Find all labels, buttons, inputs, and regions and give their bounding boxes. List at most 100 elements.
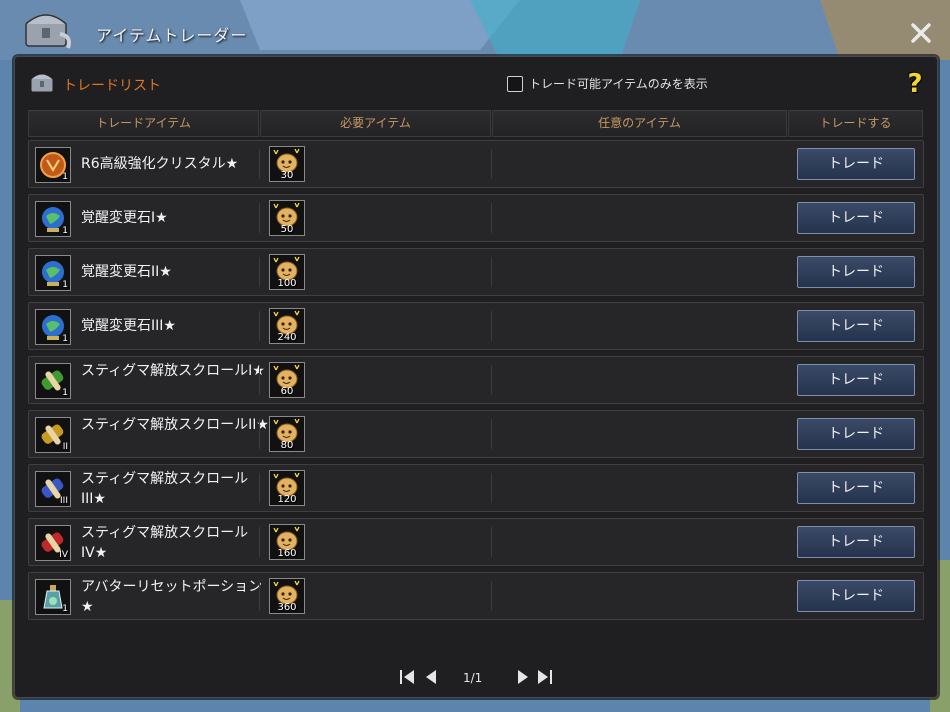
column-divider [491, 149, 492, 179]
item-name: 覚醒変更石III★ [81, 318, 176, 334]
column-divider [259, 203, 260, 233]
column-divider [491, 581, 492, 611]
trade-row: III スティグマ解放スクロールIII★ 120 トレード [28, 464, 924, 512]
page-indicator: 1/1 [463, 671, 483, 685]
first-page-icon[interactable] [397, 667, 417, 687]
window-titlebar[interactable]: アイテムトレーダー [0, 0, 950, 60]
item-quantity: 1 [62, 280, 68, 290]
column-divider [491, 527, 492, 557]
column-divider [491, 203, 492, 233]
prev-page-icon[interactable] [421, 667, 441, 687]
item-quantity: 1 [62, 388, 68, 398]
required-quantity: 30 [280, 170, 294, 181]
required-item-slot[interactable]: 120 [269, 470, 305, 506]
column-divider [491, 365, 492, 395]
column-divider [259, 311, 260, 341]
item-trader-window: トレードリスト トレード可能アイテムのみを表示 ? トレードアイテム 必要アイテ… [14, 56, 938, 698]
required-item-slot[interactable]: 50 [269, 200, 305, 236]
item-quantity: 1 [62, 172, 68, 182]
item-quantity: 1 [62, 334, 68, 344]
col-trade-item: トレードアイテム [28, 110, 259, 137]
trade-button[interactable]: トレード [797, 526, 915, 558]
item-slot[interactable]: 1 [35, 363, 71, 399]
tradable-only-label: トレード可能アイテムのみを表示 [529, 77, 708, 91]
trade-row: IV スティグマ解放スクロールIV★ 160 トレード [28, 518, 924, 566]
required-quantity: 360 [277, 602, 297, 613]
trade-button[interactable]: トレード [797, 472, 915, 504]
col-trade-action: トレードする [788, 110, 923, 137]
trade-button[interactable]: トレード [797, 256, 915, 288]
item-name: R6高級強化クリスタル★ [81, 156, 239, 172]
trade-row: 1 R6高級強化クリスタル★ 30 トレード [28, 140, 924, 188]
trade-row: II スティグマ解放スクロールII★ 80 トレード [28, 410, 924, 458]
trade-list-title: トレードリスト [63, 78, 161, 94]
column-divider [259, 419, 260, 449]
tradable-only-filter[interactable]: トレード可能アイテムのみを表示 [507, 75, 708, 92]
window-title: アイテムトレーダー [96, 26, 248, 45]
trade-button[interactable]: トレード [797, 418, 915, 450]
item-name: スティグマ解放スクロールIV★ [81, 525, 249, 561]
item-quantity: III [60, 496, 68, 506]
trade-button[interactable]: トレード [797, 202, 915, 234]
trade-row: 1 覚醒変更石III★ 240 トレード [28, 302, 924, 350]
required-item-slot[interactable]: 360 [269, 578, 305, 614]
column-divider [491, 473, 492, 503]
col-optional-item: 任意のアイテム [492, 110, 787, 137]
item-quantity: 1 [62, 604, 68, 614]
close-icon[interactable] [908, 20, 934, 46]
trade-row: 1 アバターリセットポーション★ 360 トレード [28, 572, 924, 620]
required-item-slot[interactable]: 240 [269, 308, 305, 344]
item-slot[interactable]: II [35, 417, 71, 453]
required-item-slot[interactable]: 60 [269, 362, 305, 398]
trade-row: 1 覚醒変更石I★ 50 トレード [28, 194, 924, 242]
column-divider [259, 149, 260, 179]
column-divider [259, 527, 260, 557]
tradable-only-checkbox[interactable] [507, 75, 523, 92]
item-name: 覚醒変更石II★ [81, 264, 172, 280]
item-name: スティグマ解放スクロールI★ [81, 363, 265, 379]
next-page-icon[interactable] [513, 667, 533, 687]
item-slot[interactable]: 1 [35, 255, 71, 291]
item-slot[interactable]: 1 [35, 201, 71, 237]
chest-icon [30, 73, 54, 93]
required-quantity: 240 [277, 332, 297, 343]
item-slot[interactable]: III [35, 471, 71, 507]
last-page-icon[interactable] [535, 667, 555, 687]
trade-button[interactable]: トレード [797, 310, 915, 342]
required-item-slot[interactable]: 160 [269, 524, 305, 560]
trade-row: 1 スティグマ解放スクロールI★ 60 トレード [28, 356, 924, 404]
required-item-slot[interactable]: 100 [269, 254, 305, 290]
column-headers: トレードアイテム 必要アイテム 任意のアイテム トレードする [28, 110, 924, 137]
trade-list-header: トレードリスト トレード可能アイテムのみを表示 ? [29, 61, 923, 99]
item-name: スティグマ解放スクロールII★ [81, 417, 269, 433]
column-divider [259, 257, 260, 287]
column-divider [491, 419, 492, 449]
item-quantity: 1 [62, 226, 68, 236]
required-item-slot[interactable]: 80 [269, 416, 305, 452]
item-slot[interactable]: 1 [35, 309, 71, 345]
required-quantity: 100 [277, 278, 297, 289]
required-quantity: 160 [277, 548, 297, 559]
item-slot[interactable]: IV [35, 525, 71, 561]
trade-row: 1 覚醒変更石II★ 100 トレード [28, 248, 924, 296]
required-quantity: 60 [280, 386, 294, 397]
col-required-item: 必要アイテム [260, 110, 491, 137]
column-divider [259, 365, 260, 395]
item-name: 覚醒変更石I★ [81, 210, 168, 226]
trade-button[interactable]: トレード [797, 580, 915, 612]
item-slot[interactable]: 1 [35, 579, 71, 615]
pagination: 1/1 [15, 661, 937, 697]
required-quantity: 80 [280, 440, 294, 451]
trade-button[interactable]: トレード [797, 364, 915, 396]
column-divider [259, 473, 260, 503]
column-divider [491, 257, 492, 287]
treasure-chest-icon [25, 14, 71, 49]
item-slot[interactable]: 1 [35, 147, 71, 183]
required-quantity: 50 [280, 224, 294, 235]
trade-button[interactable]: トレード [797, 148, 915, 180]
help-icon[interactable]: ? [903, 69, 927, 99]
trade-list: 1 R6高級強化クリスタル★ 30 トレード 1 覚醒変更石I★ 50 トレード 1 覚醒変更石I… [28, 140, 924, 626]
item-quantity: IV [59, 550, 68, 560]
item-name: スティグマ解放スクロールIII★ [81, 471, 249, 507]
required-item-slot[interactable]: 30 [269, 146, 305, 182]
